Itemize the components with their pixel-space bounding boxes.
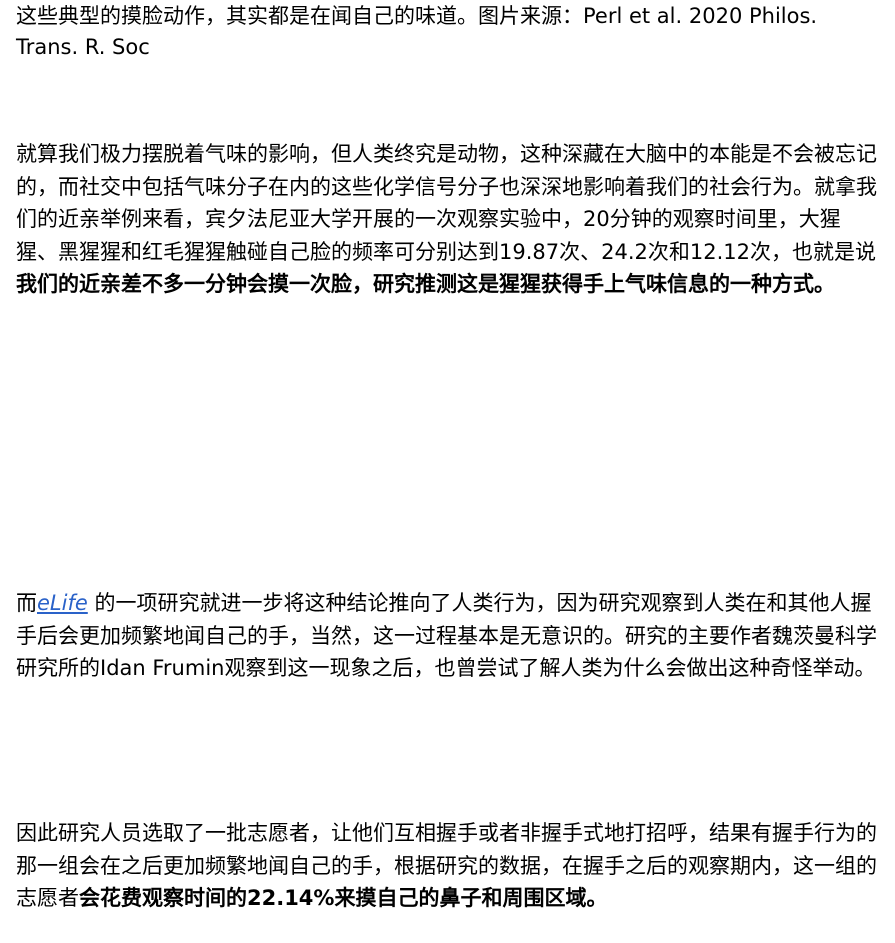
paragraph-3: 因此研究人员选取了一批志愿者，让他们互相握手或者非握手式地打招呼，结果有握手行为… — [16, 817, 882, 915]
caption-text: 这些典型的摸脸动作，其实都是在闻自己的味道。图片来源：Perl et al. 2… — [16, 4, 818, 59]
paragraph-1-text: 就算我们极力摆脱着气味的影响，但人类终究是动物，这种深藏在大脑中的本能是不会被忘… — [16, 142, 877, 264]
paragraph-3-bold-text: 会花费观察时间的22.14%来摸自己的鼻子和周围区域。 — [79, 886, 608, 910]
paragraph-2-text: 的一项研究就进一步将这种结论推向了人类行为，因为研究观察到人类在和其他人握手后会… — [16, 591, 877, 680]
elife-link[interactable]: eLife — [37, 591, 88, 615]
paragraph-1-bold-text: 我们的近亲差不多一分钟会摸一次脸，研究推测这是猩猩获得手上气味信息的一种方式。 — [16, 272, 835, 296]
paragraph-2-prefix: 而 — [16, 591, 37, 615]
paragraph-1: 就算我们极力摆脱着气味的影响，但人类终究是动物，这种深藏在大脑中的本能是不会被忘… — [16, 138, 882, 301]
image-caption: 这些典型的摸脸动作，其实都是在闻自己的味道。图片来源：Perl et al. 2… — [16, 1, 882, 63]
paragraph-2: 而eLife 的一项研究就进一步将这种结论推向了人类行为，因为研究观察到人类在和… — [16, 587, 882, 685]
